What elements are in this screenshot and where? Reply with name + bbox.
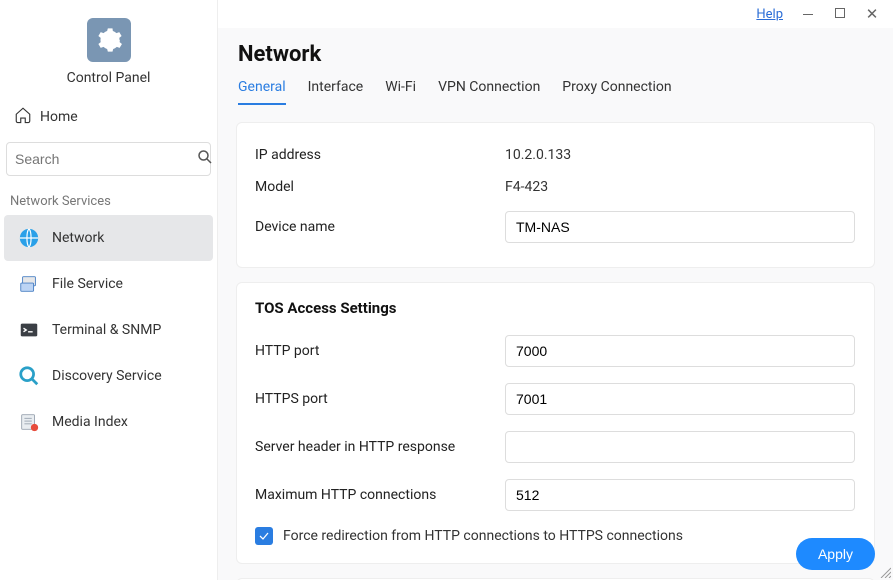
force-https-redirect-checkbox[interactable] bbox=[255, 527, 273, 545]
main-content: Network General Interface Wi-Fi VPN Conn… bbox=[218, 28, 893, 580]
tab-vpn-connection[interactable]: VPN Connection bbox=[438, 79, 540, 105]
tab-wifi[interactable]: Wi-Fi bbox=[385, 79, 416, 105]
sidebar-item-discovery-service[interactable]: Discovery Service bbox=[4, 353, 213, 399]
ip-address-value: 10.2.0.133 bbox=[505, 147, 571, 163]
sidebar-item-terminal-snmp[interactable]: Terminal & SNMP bbox=[4, 307, 213, 353]
home-icon bbox=[14, 106, 32, 128]
resize-grip[interactable] bbox=[879, 566, 891, 578]
https-port-label: HTTPS port bbox=[255, 391, 505, 407]
globe-icon bbox=[18, 227, 40, 249]
tabs: General Interface Wi-Fi VPN Connection P… bbox=[236, 79, 875, 112]
sidebar-item-label: Network bbox=[52, 230, 104, 246]
search-box[interactable] bbox=[6, 142, 211, 176]
ip-address-label: IP address bbox=[255, 147, 505, 163]
help-link[interactable]: Help bbox=[756, 7, 783, 22]
file-service-icon bbox=[18, 273, 40, 295]
model-label: Model bbox=[255, 179, 505, 195]
server-header-label: Server header in HTTP response bbox=[255, 439, 505, 455]
search-icon bbox=[196, 148, 214, 170]
page-title: Network bbox=[238, 42, 875, 67]
device-info-card: IP address 10.2.0.133 Model F4-423 Devic… bbox=[236, 122, 875, 268]
device-name-label: Device name bbox=[255, 219, 505, 235]
section-heading: Network Services bbox=[0, 186, 217, 215]
device-name-input[interactable] bbox=[505, 211, 855, 243]
server-header-input[interactable] bbox=[505, 431, 855, 463]
home-label: Home bbox=[40, 109, 78, 125]
sidebar-item-network[interactable]: Network bbox=[4, 215, 213, 261]
sidebar-item-media-index[interactable]: Media Index bbox=[4, 399, 213, 445]
force-https-redirect-label: Force redirection from HTTP connections … bbox=[283, 528, 683, 544]
max-connections-input[interactable] bbox=[505, 479, 855, 511]
terminal-icon bbox=[18, 319, 40, 341]
magnify-icon bbox=[18, 365, 40, 387]
window-maximize-button[interactable] bbox=[833, 7, 847, 22]
sidebar-item-file-service[interactable]: File Service bbox=[4, 261, 213, 307]
tab-interface[interactable]: Interface bbox=[308, 79, 364, 105]
tab-proxy-connection[interactable]: Proxy Connection bbox=[562, 79, 671, 105]
sidebar-item-label: File Service bbox=[52, 276, 123, 292]
control-panel-icon bbox=[87, 18, 131, 62]
sidebar-item-label: Terminal & SNMP bbox=[52, 322, 161, 338]
window-minimize-button[interactable] bbox=[801, 7, 815, 22]
check-icon bbox=[258, 530, 270, 542]
tos-heading: TOS Access Settings bbox=[255, 299, 856, 317]
http-port-input[interactable] bbox=[505, 335, 855, 367]
max-connections-label: Maximum HTTP connections bbox=[255, 487, 505, 503]
media-index-icon bbox=[18, 411, 40, 433]
sidebar-item-label: Discovery Service bbox=[52, 368, 162, 384]
home-button[interactable]: Home bbox=[0, 96, 217, 138]
search-input[interactable] bbox=[15, 151, 196, 167]
window-close-button[interactable]: ✕ bbox=[865, 5, 879, 23]
sidebar: Control Panel Home Network Services Netw… bbox=[0, 0, 218, 580]
tab-general[interactable]: General bbox=[238, 79, 286, 105]
sidebar-item-label: Media Index bbox=[52, 414, 128, 430]
http-port-label: HTTP port bbox=[255, 343, 505, 359]
apply-button[interactable]: Apply bbox=[796, 538, 875, 570]
app-title: Control Panel bbox=[67, 70, 151, 86]
model-value: F4-423 bbox=[505, 179, 548, 195]
https-port-input[interactable] bbox=[505, 383, 855, 415]
tos-settings-card: TOS Access Settings HTTP port HTTPS port… bbox=[236, 282, 875, 564]
